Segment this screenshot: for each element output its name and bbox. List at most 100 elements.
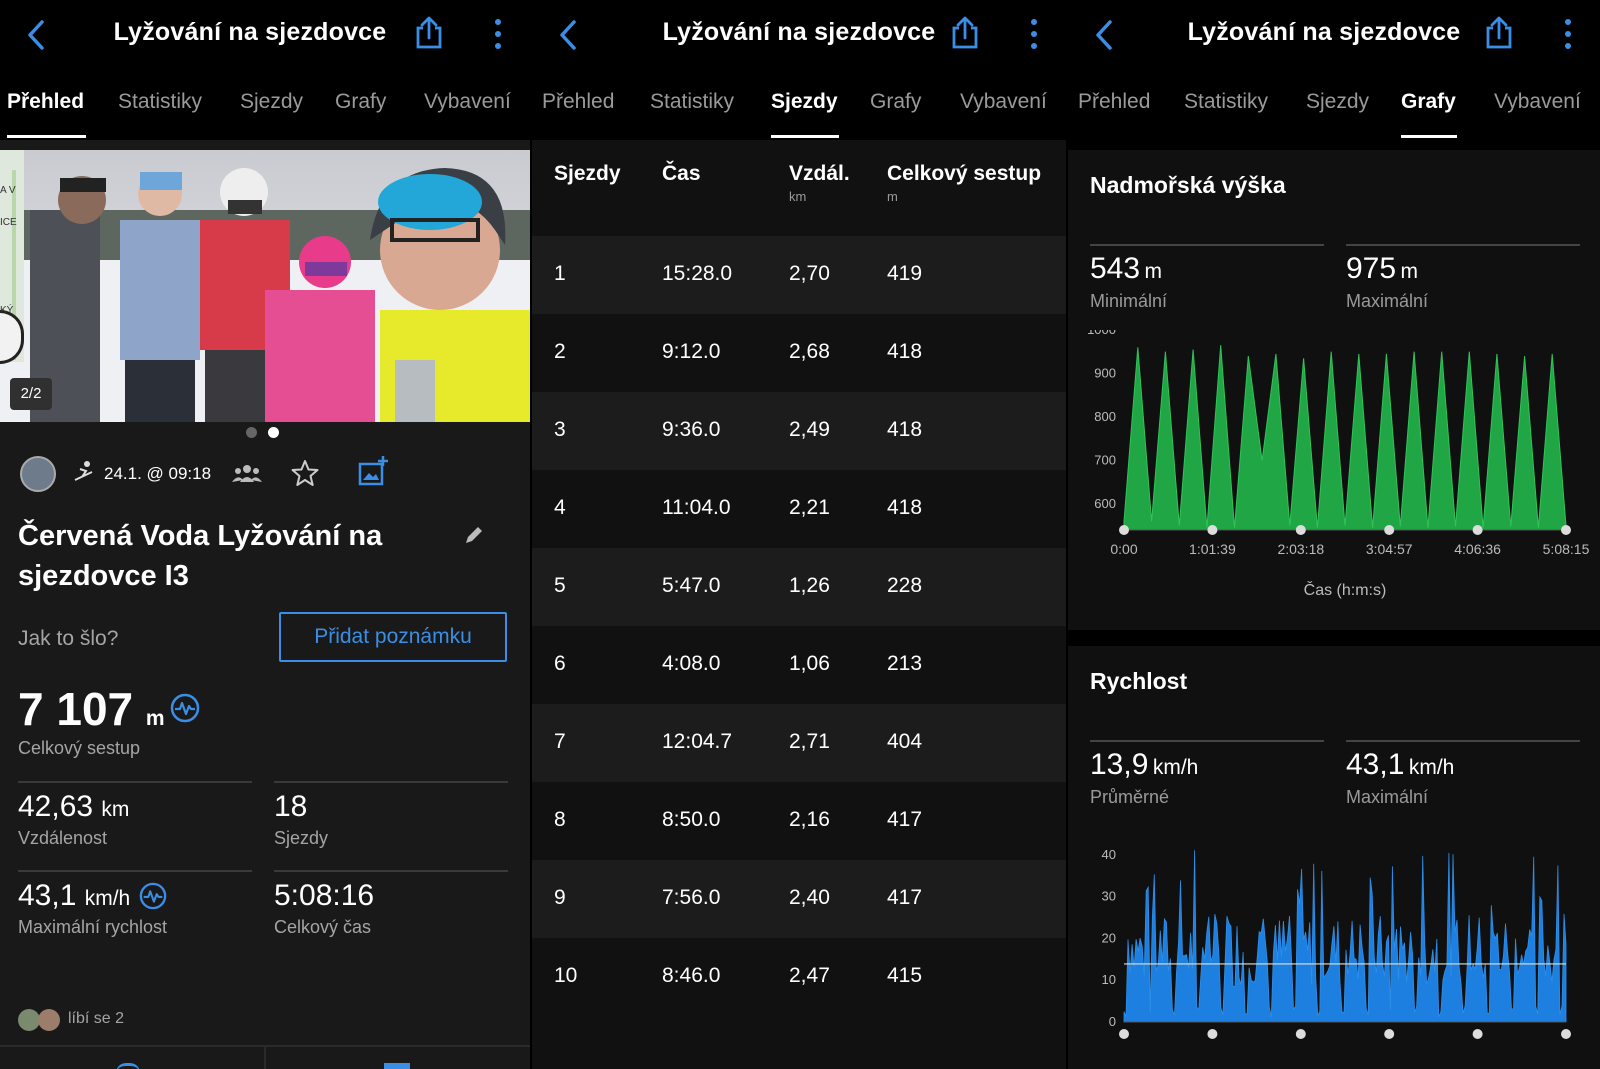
- tab-bar: Přehled Statistiky Sjezdy Grafy Vybavení: [1068, 78, 1600, 140]
- table-cell: 2,71: [789, 730, 830, 753]
- table-row[interactable]: 6 4:08.0 1,06 213: [532, 626, 1066, 704]
- tab-equipment[interactable]: Vybavení: [1494, 90, 1581, 114]
- photo-counter: 2/2: [10, 378, 52, 410]
- tab-charts[interactable]: Grafy: [1401, 90, 1456, 114]
- table-cell: 418: [887, 496, 923, 519]
- star-icon[interactable]: [290, 458, 320, 488]
- total-descent-label: Celkový sestup: [18, 738, 141, 758]
- heart-rate-badge-icon[interactable]: [139, 882, 167, 910]
- pager-dot-active[interactable]: [268, 427, 279, 438]
- share-icon[interactable]: [414, 16, 444, 50]
- like-avatar: [38, 1009, 60, 1031]
- y-tick-label: 0: [1109, 1014, 1116, 1029]
- runs-panel: Lyžování na sjezdovce Přehled Statistiky…: [532, 0, 1066, 1069]
- table-row[interactable]: 2 9:12.0 2,68 418: [532, 314, 1066, 392]
- likes-count[interactable]: líbí se 2: [68, 1010, 124, 1028]
- table-cell: 1,06: [789, 652, 830, 675]
- like-button-icon[interactable]: [116, 1063, 140, 1069]
- elevation-card: Nadmořská výška 543 m Minimální 975 m Ma…: [1068, 150, 1600, 630]
- table-row[interactable]: 8 8:50.0 2,16 417: [532, 782, 1066, 860]
- group-icon[interactable]: [232, 462, 262, 484]
- add-photo-icon[interactable]: [357, 454, 389, 488]
- comment-button-icon[interactable]: [384, 1063, 410, 1069]
- table-cell: 228: [887, 574, 923, 597]
- table-cell: 8:50.0: [662, 808, 721, 831]
- x-tick-marker: [1295, 1029, 1306, 1039]
- x-tick-marker: [1561, 1029, 1571, 1039]
- speed-card: Rychlost 13,9 km/h Průměrné 43,1 km/h Ma…: [1068, 646, 1600, 1069]
- tab-equipment[interactable]: Vybavení: [960, 90, 1047, 114]
- x-tick-marker: [1119, 1029, 1129, 1039]
- add-note-button[interactable]: Přidat poznámku: [279, 612, 507, 662]
- divider: [18, 870, 252, 872]
- table-row[interactable]: 4 11:04.0 2,21 418: [532, 470, 1066, 548]
- tab-overview[interactable]: Přehled: [1078, 90, 1150, 114]
- table-cell: 2,40: [789, 886, 830, 909]
- x-tick-label: 3:04:57: [1366, 541, 1413, 557]
- table-cell: 15:28.0: [662, 262, 733, 285]
- table-cell: 1,26: [789, 574, 830, 597]
- table-cell: 4:08.0: [662, 652, 721, 675]
- photo-carousel[interactable]: A V ICE KÝ 2/2: [0, 150, 530, 422]
- table-cell: 8: [554, 808, 566, 831]
- tab-statistics[interactable]: Statistiky: [118, 90, 202, 114]
- y-tick-label: 40: [1102, 847, 1116, 862]
- column-header: Vzdál.: [789, 162, 850, 185]
- avatar[interactable]: [20, 456, 56, 492]
- page-title: Lyžování na sjezdovce: [662, 18, 936, 46]
- divider: [1090, 244, 1324, 246]
- x-tick-label: 0:00: [1110, 541, 1137, 557]
- tab-overview[interactable]: Přehled: [542, 90, 614, 114]
- edit-icon[interactable]: [463, 524, 485, 546]
- table-cell: 9:12.0: [662, 340, 721, 363]
- distance-unit: km: [101, 798, 130, 821]
- tab-charts[interactable]: Grafy: [335, 90, 386, 114]
- x-tick-marker: [1384, 525, 1395, 535]
- more-options-icon[interactable]: [1562, 18, 1574, 50]
- table-cell: 9: [554, 886, 566, 909]
- table-row[interactable]: 3 9:36.0 2,49 418: [532, 392, 1066, 470]
- tab-overview[interactable]: Přehled: [7, 90, 84, 114]
- divider: [1346, 244, 1580, 246]
- table-row[interactable]: 5 5:47.0 1,26 228: [532, 548, 1066, 626]
- table-cell: 6: [554, 652, 566, 675]
- max-speed-value: 43,1 km/h: [18, 879, 130, 913]
- table-cell: 4: [554, 496, 566, 519]
- table-row[interactable]: 1 15:28.0 2,70 419: [532, 236, 1066, 314]
- active-tab-underline: [771, 135, 839, 138]
- table-cell: 3: [554, 418, 566, 441]
- x-tick-marker: [1472, 1029, 1483, 1039]
- runs-label: Sjezdy: [274, 828, 329, 848]
- tab-bar: Přehled Statistiky Sjezdy Grafy Vybavení: [532, 78, 1066, 140]
- table-row[interactable]: 7 12:04.7 2,71 404: [532, 704, 1066, 782]
- tab-charts[interactable]: Grafy: [870, 90, 921, 114]
- y-tick-label: 800: [1094, 409, 1116, 424]
- max-speed-unit: km/h: [84, 887, 131, 910]
- table-cell: 404: [887, 730, 923, 753]
- share-icon[interactable]: [950, 16, 980, 50]
- runs-count: 18: [274, 790, 308, 823]
- speed-max: 43,1 km/h: [1346, 748, 1454, 782]
- tab-runs[interactable]: Sjezdy: [240, 90, 303, 114]
- tab-equipment[interactable]: Vybavení: [424, 90, 511, 114]
- active-tab-underline: [1401, 135, 1457, 138]
- chart-title: Rychlost: [1090, 668, 1188, 694]
- tab-runs[interactable]: Sjezdy: [1306, 90, 1369, 114]
- table-cell: 2: [554, 340, 566, 363]
- table-cell: 2,16: [789, 808, 830, 831]
- table-row[interactable]: 10 8:46.0 2,47 415: [532, 938, 1066, 1016]
- table-cell: 2,47: [789, 964, 830, 987]
- activity-title: Červená Voda Lyžování na sjezdovce I3: [18, 520, 383, 592]
- tab-statistics[interactable]: Statistiky: [1184, 90, 1268, 114]
- pager-dot[interactable]: [246, 427, 257, 438]
- tab-runs[interactable]: Sjezdy: [771, 90, 838, 114]
- tab-statistics[interactable]: Statistiky: [650, 90, 734, 114]
- heart-rate-badge-icon[interactable]: [170, 693, 200, 723]
- max-value: 975: [1346, 252, 1397, 285]
- y-tick-label: 1000: [1087, 330, 1116, 337]
- y-tick-label: 30: [1102, 889, 1116, 904]
- table-row[interactable]: 9 7:56.0 2,40 417: [532, 860, 1066, 938]
- share-icon[interactable]: [1484, 16, 1514, 50]
- more-options-icon[interactable]: [1028, 18, 1040, 50]
- more-options-icon[interactable]: [492, 18, 504, 50]
